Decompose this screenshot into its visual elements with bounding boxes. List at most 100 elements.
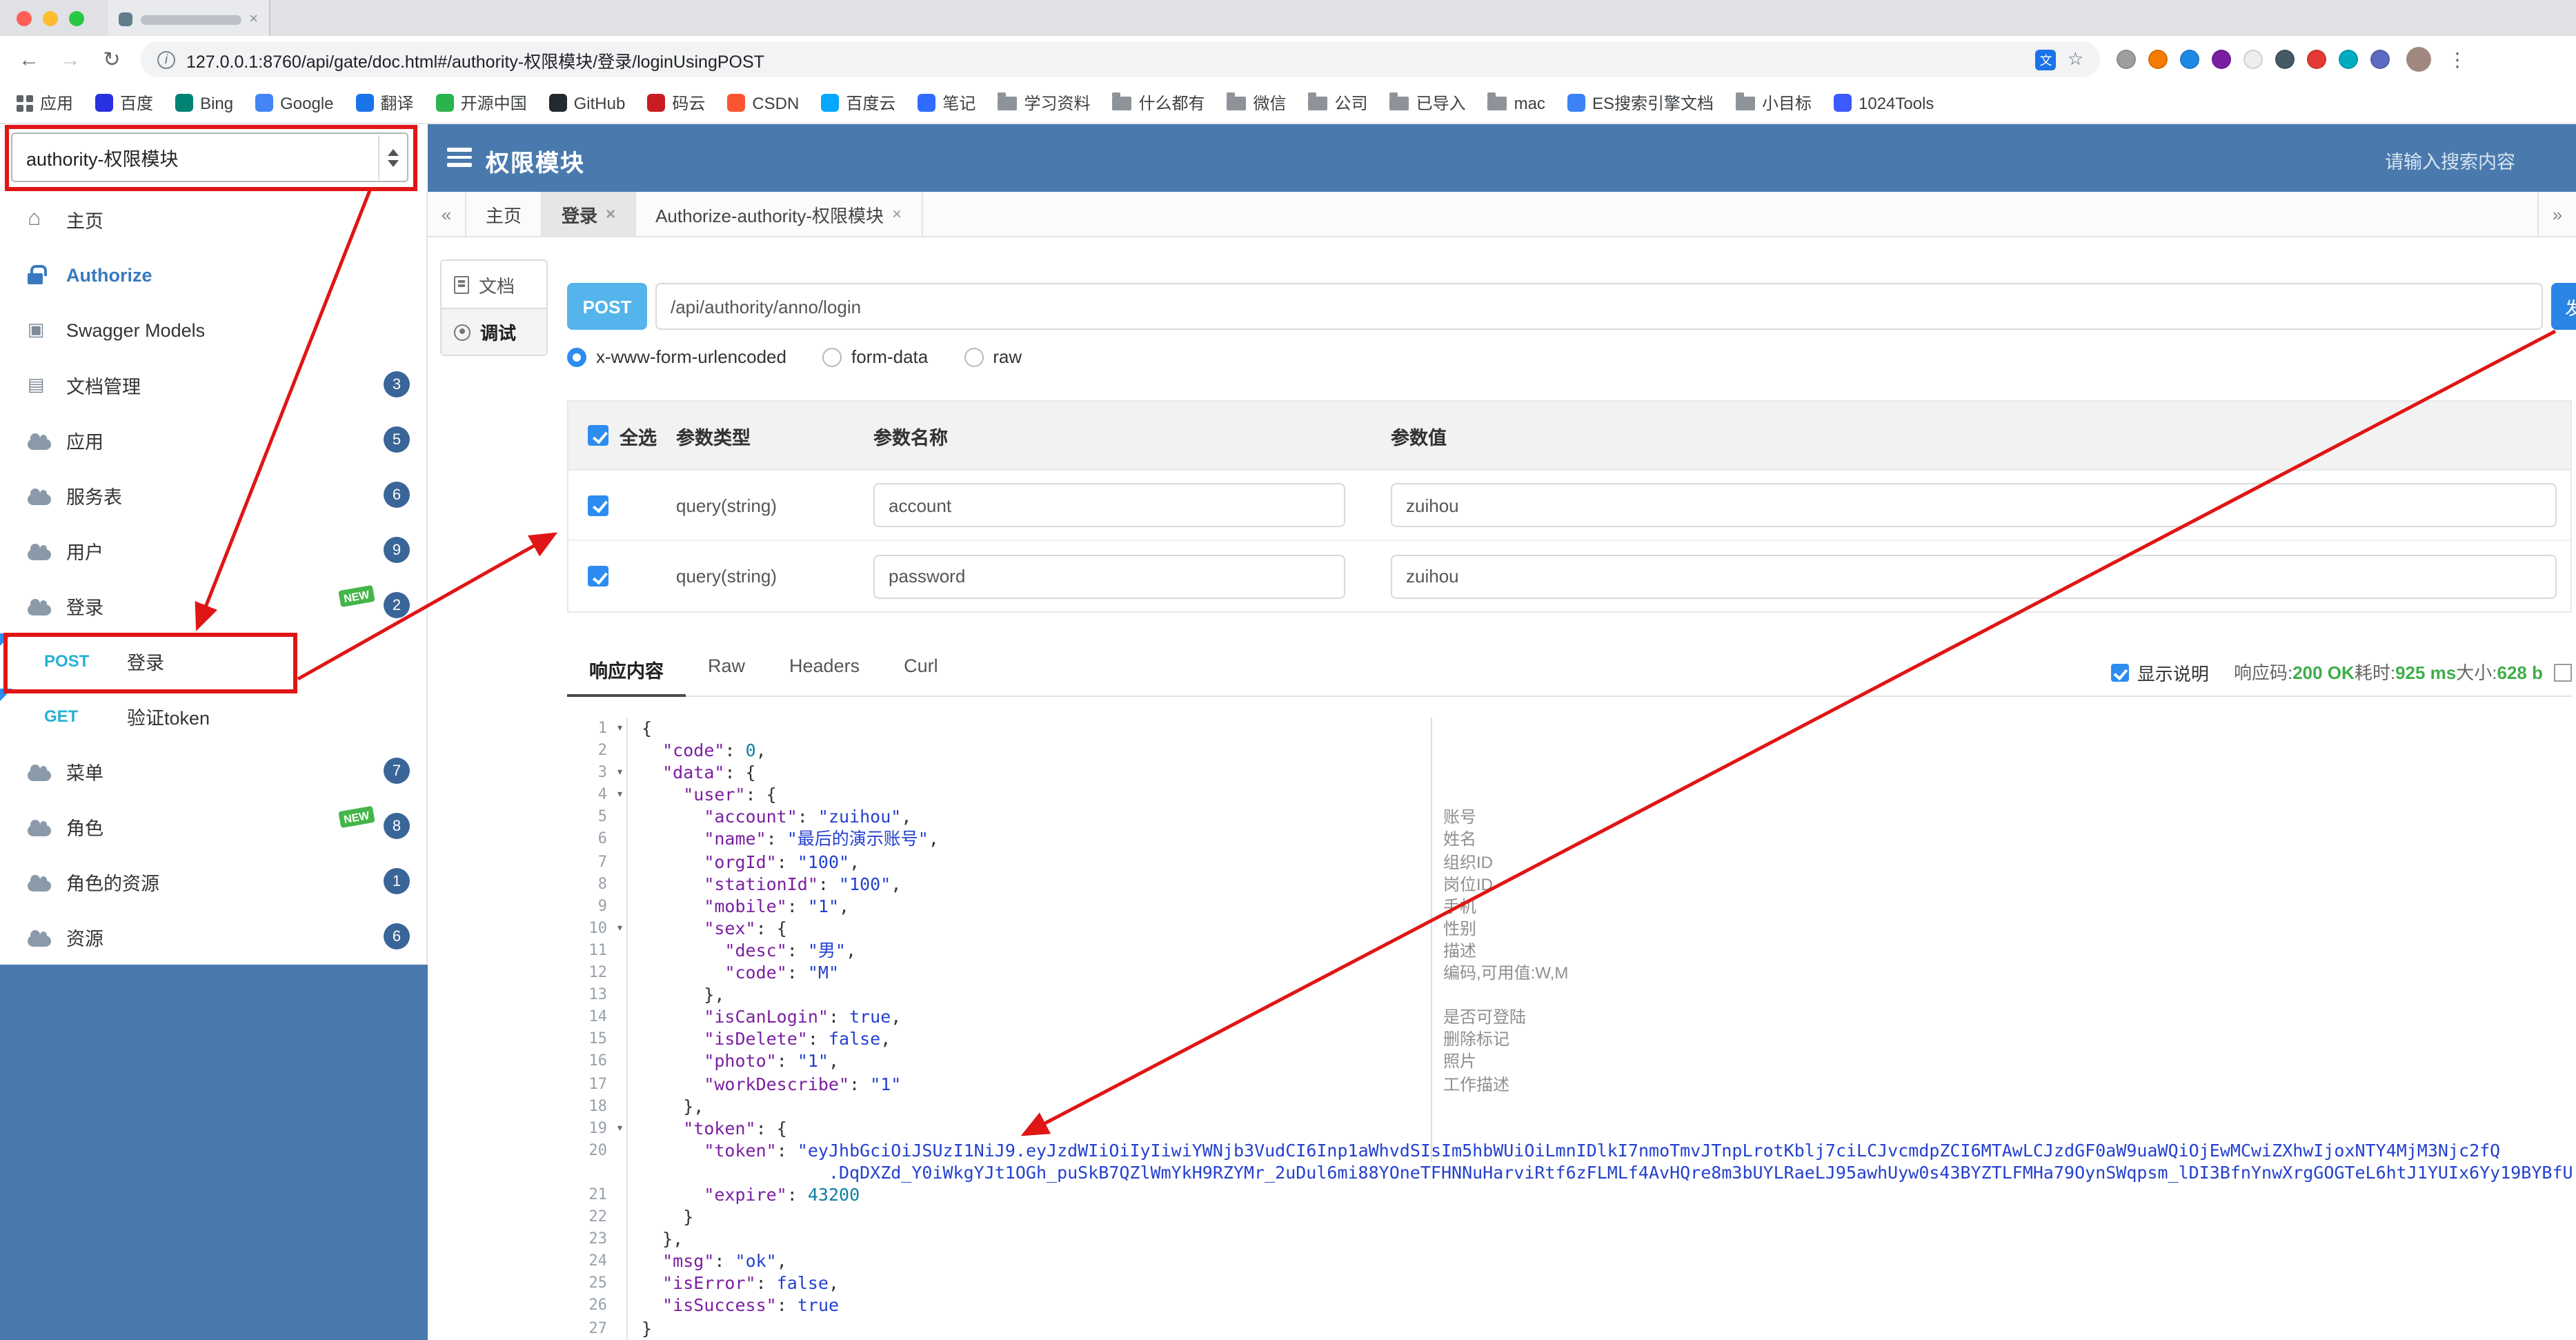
tabs-expand-button[interactable]: »	[2537, 192, 2576, 236]
mode-doc[interactable]: 文档	[442, 261, 546, 308]
radio-button[interactable]	[964, 347, 984, 366]
sidebar-item-verify-token-get[interactable]: GET 验证token	[0, 689, 426, 744]
param-checkbox[interactable]	[588, 566, 608, 587]
sidebar-item-login-post[interactable]: POST 登录	[0, 633, 426, 689]
back-icon[interactable]: ←	[17, 48, 41, 71]
sidebar-item-menu[interactable]: 菜单 7	[0, 744, 426, 799]
tab-close-icon[interactable]: ×	[892, 204, 902, 224]
bookmark-item[interactable]: CSDN	[727, 93, 799, 112]
site-info-icon[interactable]: i	[157, 50, 175, 68]
radio-button[interactable]	[822, 347, 842, 366]
response-tab-Raw[interactable]: Raw	[686, 656, 767, 696]
select-all-checkbox[interactable]	[588, 425, 608, 446]
extension-icon[interactable]	[2148, 50, 2168, 69]
show-description-checkbox[interactable]	[2110, 663, 2129, 681]
tab-home[interactable]: 主页	[466, 192, 543, 236]
bookmark-item[interactable]: 开源中国	[435, 91, 527, 115]
mode-debug[interactable]: 调试	[442, 308, 546, 355]
bookmark-item[interactable]: 笔记	[918, 91, 975, 115]
extension-icon[interactable]	[2275, 50, 2295, 69]
bookmark-item[interactable]: 百度云	[821, 91, 895, 115]
extension-icon[interactable]	[2212, 50, 2231, 69]
bookmark-item[interactable]: mac	[1487, 92, 1545, 112]
avatar[interactable]	[2406, 47, 2431, 72]
sidebar-item-login[interactable]: 登录 NEW 2	[0, 578, 426, 633]
extension-icon[interactable]	[2339, 50, 2358, 69]
bookmark-item[interactable]: 应用	[17, 91, 73, 115]
browser-menu-icon[interactable]: ⋮	[2448, 48, 2467, 71]
window-control-dot[interactable]	[43, 11, 58, 26]
content-type-option[interactable]: x-www-form-urlencoded	[567, 346, 786, 367]
send-button[interactable]: 发送	[2551, 283, 2576, 330]
extension-icon[interactable]	[2243, 50, 2263, 69]
param-checkbox[interactable]	[588, 495, 608, 515]
sidebar-item-doc-manage[interactable]: ▤ 文档管理 3	[0, 357, 426, 413]
module-select[interactable]: authority-权限模块	[11, 132, 408, 182]
bookmark-item[interactable]: 1024Tools	[1834, 93, 1934, 112]
bookmark-item[interactable]: GitHub	[548, 93, 625, 112]
sidebar-item-service[interactable]: 服务表 6	[0, 468, 426, 523]
sidebar-item-user[interactable]: 用户 9	[0, 523, 426, 578]
header-search-placeholder[interactable]: 请输入搜索内容	[2385, 146, 2515, 174]
browser-tab[interactable]: ×	[108, 3, 270, 36]
bookmark-item[interactable]: ES搜索引擎文档	[1567, 91, 1714, 115]
response-body-editor[interactable]: 1 ▾{2 "code": 0, 3 ▾ "data": {4 ▾ "user": {5…	[567, 718, 2572, 1340]
tab-close-icon[interactable]: ×	[249, 11, 258, 27]
response-tab-Headers[interactable]: Headers	[767, 656, 882, 696]
url-text[interactable]: 127.0.0.1:8760/api/gate/doc.html#/author…	[186, 46, 2025, 72]
tabs-collapse-button[interactable]: «	[428, 192, 466, 236]
url-field[interactable]: i 127.0.0.1:8760/api/gate/doc.html#/auth…	[141, 41, 2100, 77]
fold-icon[interactable]: ▾	[616, 1117, 624, 1139]
show-description-toggle[interactable]: 显示说明	[2110, 659, 2209, 685]
param-value-input[interactable]: zuihou	[1391, 554, 2557, 598]
tab-login[interactable]: 登录 ×	[542, 192, 637, 236]
hamburger-icon[interactable]	[447, 148, 472, 170]
response-tab-响应内容[interactable]: 响应内容	[567, 656, 686, 697]
fold-icon[interactable]: ▾	[616, 762, 624, 784]
tab-close-icon[interactable]: ×	[606, 204, 615, 224]
forward-icon[interactable]: →	[58, 48, 83, 71]
bookmark-item[interactable]: 什么都有	[1112, 91, 1205, 115]
sidebar-item-role[interactable]: 角色 NEW 8	[0, 799, 426, 854]
window-control-dot[interactable]	[69, 11, 84, 26]
sidebar-item-swagger-models[interactable]: ▣ Swagger Models	[0, 302, 426, 357]
bookmark-item[interactable]: 小目标	[1735, 91, 1812, 115]
extension-icon[interactable]	[2117, 50, 2136, 69]
bookmark-item[interactable]: 码云	[647, 91, 705, 115]
bookmark-item[interactable]: 微信	[1227, 91, 1287, 115]
bookmark-item[interactable]: 学习资料	[998, 91, 1090, 115]
extension-icon[interactable]	[2180, 50, 2199, 69]
fold-icon[interactable]: ▾	[616, 918, 624, 940]
content-type-option[interactable]: raw	[964, 346, 1022, 367]
bookmark-item[interactable]: 已导入	[1389, 91, 1466, 115]
sidebar-item-app[interactable]: 应用 5	[0, 413, 426, 468]
fold-icon[interactable]: ▾	[616, 718, 624, 740]
sidebar-item-label: 登录	[66, 598, 103, 618]
translate-icon[interactable]: 文	[2035, 49, 2057, 70]
extension-icon[interactable]	[2370, 50, 2390, 69]
sidebar-item-home[interactable]: ⌂ 主页	[0, 192, 426, 247]
sidebar-item-resource[interactable]: 资源 6	[0, 909, 426, 965]
bookmark-item[interactable]: 翻译	[355, 91, 414, 115]
param-name-input[interactable]: password	[873, 554, 1345, 598]
api-path-input[interactable]: /api/authority/anno/login	[655, 283, 2543, 330]
bookmark-star-icon[interactable]: ☆	[2068, 48, 2083, 70]
token: ,	[928, 828, 939, 849]
tab-authorize[interactable]: Authorize-authority-权限模块 ×	[636, 192, 923, 236]
param-name-input[interactable]: account	[873, 483, 1345, 527]
bookmark-item[interactable]: 百度	[95, 91, 153, 115]
window-control-dot[interactable]	[17, 11, 32, 26]
sidebar-item-authorize[interactable]: Authorize	[0, 247, 426, 302]
bookmark-item[interactable]: Google	[255, 93, 334, 112]
fold-icon[interactable]: ▾	[616, 785, 624, 807]
extension-icon[interactable]	[2307, 50, 2326, 69]
response-tab-Curl[interactable]: Curl	[882, 656, 960, 696]
sidebar-item-role-resource[interactable]: 角色的资源 1	[0, 854, 426, 909]
content-type-option[interactable]: form-data	[822, 346, 928, 367]
fullscreen-icon[interactable]	[2554, 663, 2572, 681]
bookmark-item[interactable]: Bing	[175, 93, 233, 112]
radio-button[interactable]	[567, 347, 586, 366]
param-value-input[interactable]: zuihou	[1391, 483, 2557, 527]
reload-icon[interactable]: ↻	[99, 47, 124, 72]
bookmark-item[interactable]: 公司	[1308, 91, 1368, 115]
